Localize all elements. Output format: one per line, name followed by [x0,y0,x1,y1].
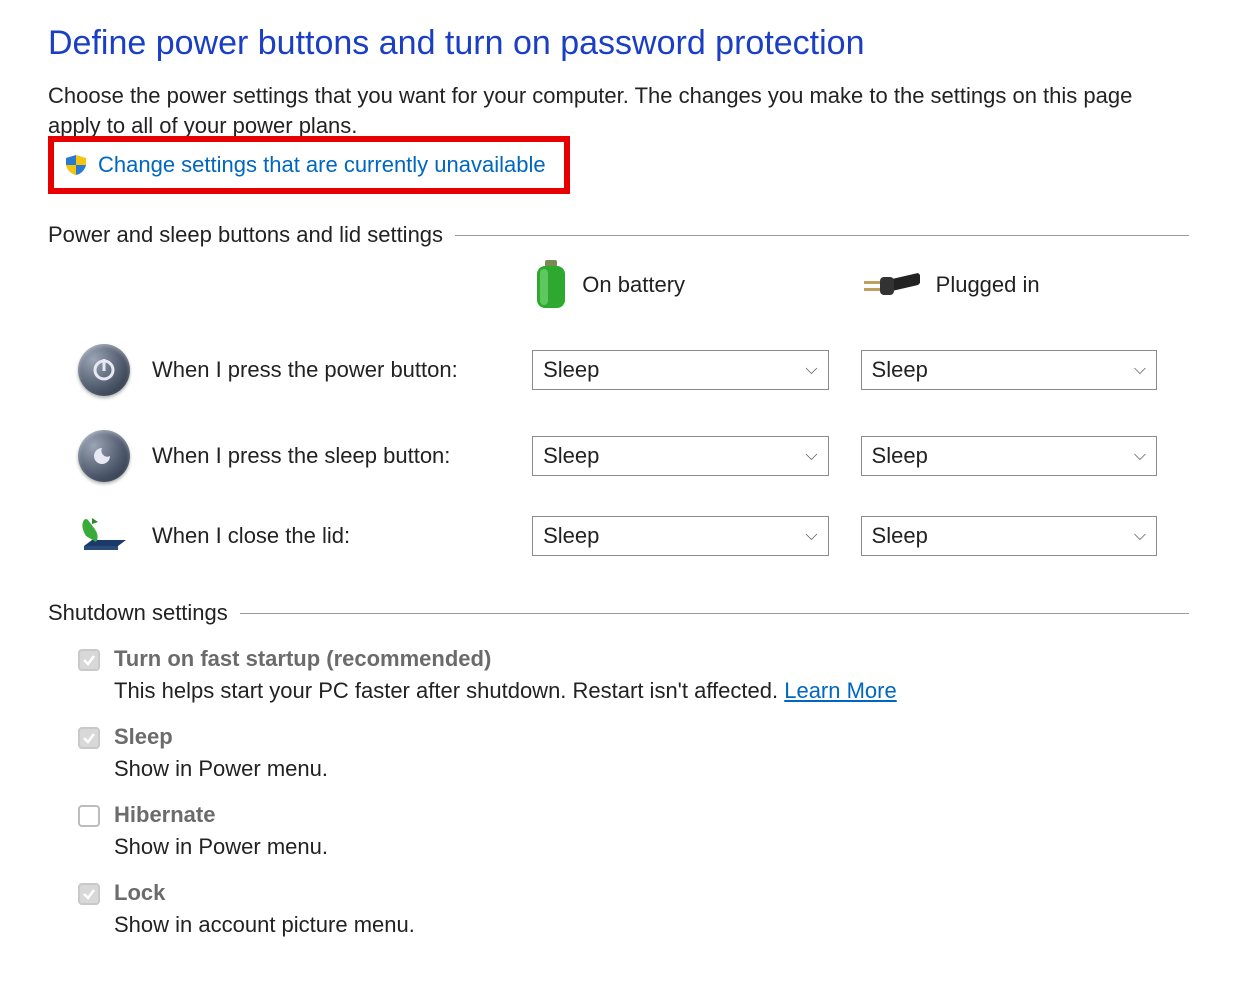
power-battery-select[interactable]: Sleep ⌵ [532,350,828,390]
learn-more-link[interactable]: Learn More [784,678,897,703]
hibernate-sub: Show in Power menu. [114,834,328,860]
fast-startup-checkbox[interactable] [78,649,100,671]
lock-sub: Show in account picture menu. [114,912,415,938]
sleep-battery-select[interactable]: Sleep ⌵ [532,436,828,476]
plug-icon [862,267,922,303]
divider [240,613,1189,614]
row-lid-label: When I close the lid: [152,523,350,549]
chevron-down-icon: ⌵ [805,361,817,379]
sleep-battery-value: Sleep [543,443,599,469]
section-power-buttons-label: Power and sleep buttons and lid settings [48,222,443,248]
sleep-plugged-select[interactable]: Sleep ⌵ [861,436,1157,476]
page-description: Choose the power settings that you want … [48,81,1189,140]
chevron-down-icon: ⌵ [1134,527,1146,545]
power-button-icon [78,344,130,396]
lock-title: Lock [114,880,415,906]
lid-plugged-value: Sleep [872,523,928,549]
change-settings-link[interactable]: Change settings that are currently unava… [98,152,546,178]
fast-startup-sub: This helps start your PC faster after sh… [114,678,897,704]
chevron-down-icon: ⌵ [1134,361,1146,379]
hibernate-title: Hibernate [114,802,328,828]
chevron-down-icon: ⌵ [805,447,817,465]
sleep-plugged-value: Sleep [872,443,928,469]
divider [455,235,1189,236]
chevron-down-icon: ⌵ [805,527,817,545]
column-battery-label: On battery [582,272,685,298]
hibernate-checkbox[interactable] [78,805,100,827]
lid-battery-value: Sleep [543,523,599,549]
row-sleep-label: When I press the sleep button: [152,443,450,469]
page-title: Define power buttons and turn on passwor… [48,24,1189,63]
lock-checkbox[interactable] [78,883,100,905]
lid-battery-select[interactable]: Sleep ⌵ [532,516,828,556]
lid-plugged-select[interactable]: Sleep ⌵ [861,516,1157,556]
change-settings-highlight: Change settings that are currently unava… [48,136,570,194]
sleep-checkbox[interactable] [78,727,100,749]
section-shutdown-label: Shutdown settings [48,600,228,626]
power-plugged-select[interactable]: Sleep ⌵ [861,350,1157,390]
sleep-button-icon [78,430,130,482]
uac-shield-icon [64,153,88,177]
chevron-down-icon: ⌵ [1134,447,1146,465]
sleep-sub: Show in Power menu. [114,756,328,782]
power-plugged-value: Sleep [872,357,928,383]
column-plugged-label: Plugged in [936,272,1040,298]
lid-icon [78,516,130,556]
sleep-title: Sleep [114,724,328,750]
row-power-label: When I press the power button: [152,357,458,383]
power-battery-value: Sleep [543,357,599,383]
fast-startup-title: Turn on fast startup (recommended) [114,646,897,672]
battery-icon [534,260,568,310]
